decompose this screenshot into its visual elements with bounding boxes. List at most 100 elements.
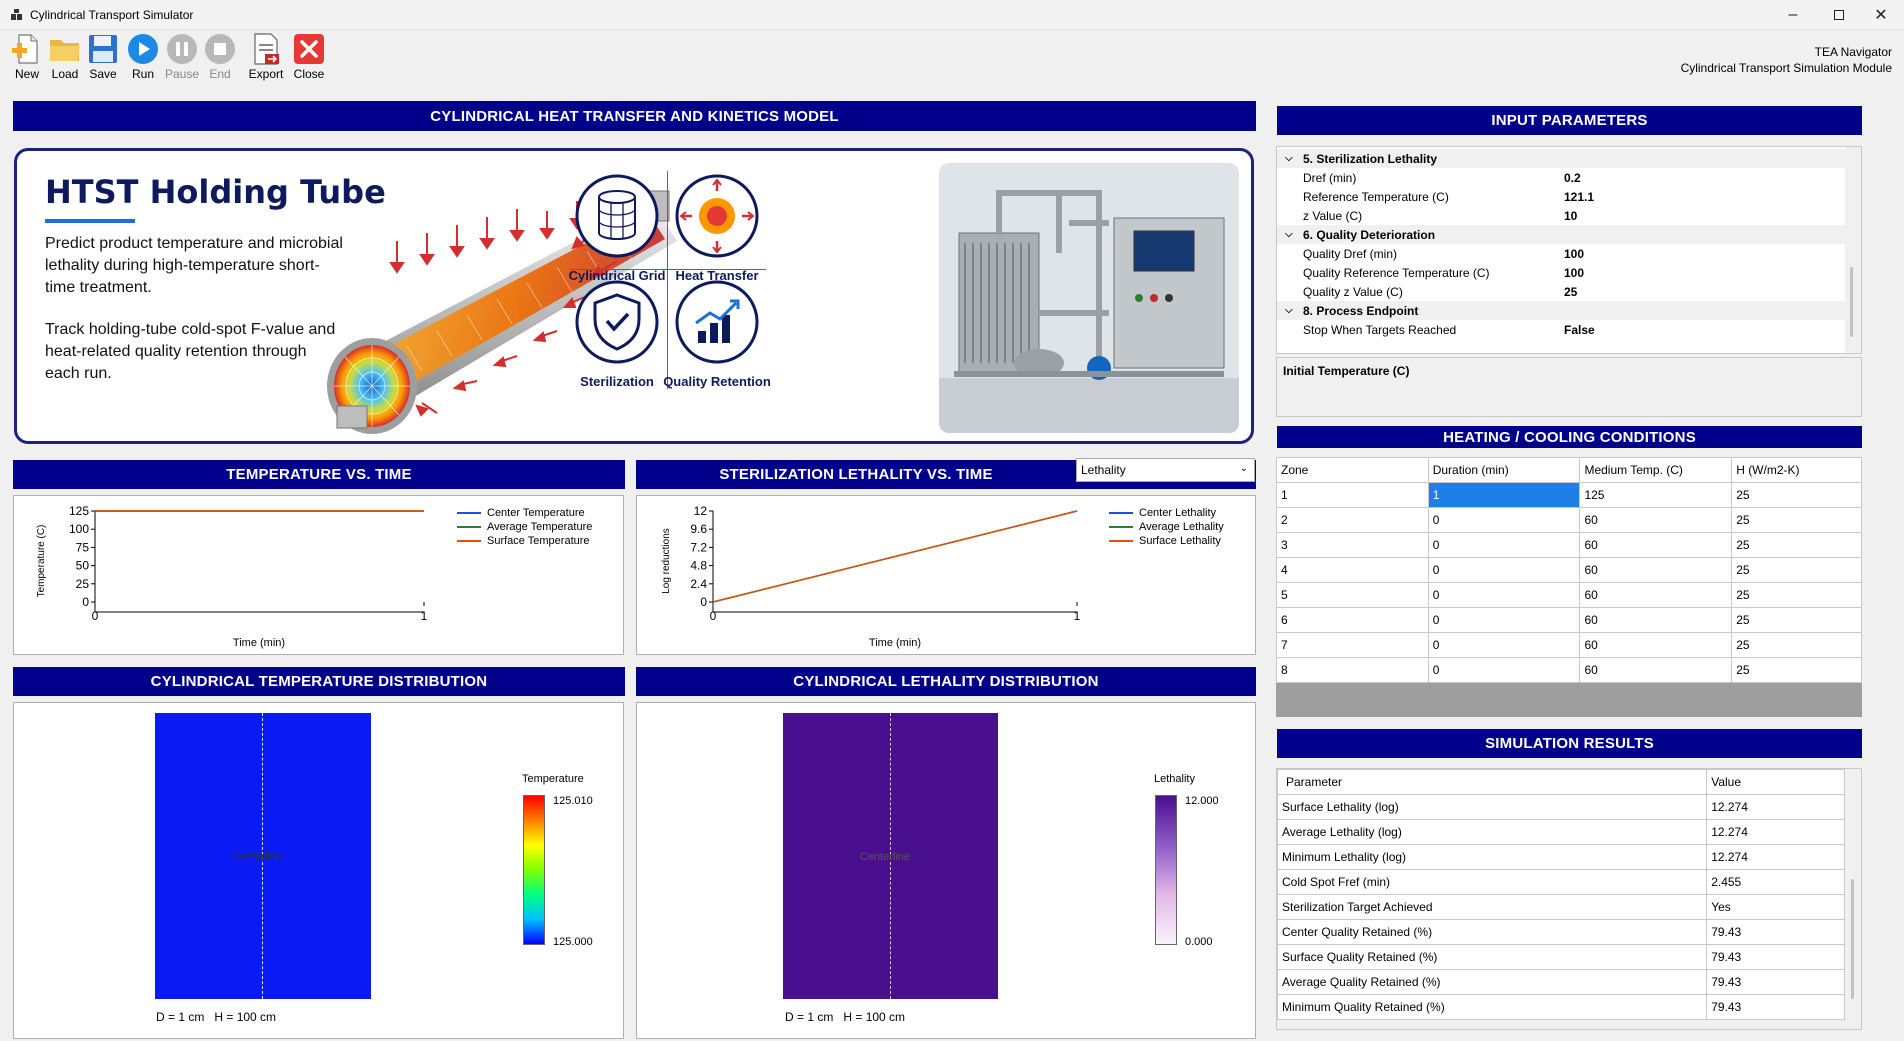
column-header[interactable]: Value [1706,769,1845,795]
feature-quality-retention: Quality Retention [657,279,777,389]
editable-cell[interactable]: 25 [1731,657,1862,683]
editable-cell[interactable]: 125 [1579,482,1733,508]
chevron-down-icon: ⌄ [1239,463,1248,474]
pause-button[interactable]: Pause [163,32,201,84]
editable-cell[interactable]: 60 [1579,532,1733,558]
column-header[interactable]: Zone [1276,457,1429,483]
property-name: Reference Temperature (C) [1303,189,1449,204]
column-header[interactable]: Duration (min) [1427,457,1581,483]
property-grid[interactable]: ⌵ 5. Sterilization Lethality Dref (min) 0.2… [1276,146,1862,354]
editable-cell[interactable]: 60 [1579,507,1733,533]
editable-cell[interactable]: 60 [1579,632,1733,658]
result-value: 12.274 [1706,844,1845,870]
property-value[interactable]: 0.2 [1564,171,1581,185]
editable-cell[interactable]: 0 [1427,507,1581,533]
load-button[interactable]: Load [46,32,84,84]
table-row[interactable]: 5 0 60 25 [1276,582,1862,608]
property-row[interactable]: Quality Dref (min) 100 [1277,244,1845,263]
leth-dist-header: CYLINDRICAL LETHALITY DISTRIBUTION [636,667,1256,696]
legend-item: Average Temperature [457,520,592,534]
save-button[interactable]: Save [84,32,122,84]
editable-cell[interactable]: 25 [1731,607,1862,633]
table-row[interactable]: 4 0 60 25 [1276,557,1862,583]
property-row[interactable]: z Value (C) 10 [1277,206,1845,225]
table-row[interactable]: 3 0 60 25 [1276,532,1862,558]
heating-table[interactable]: Zone Duration (min) Medium Temp. (C) H (W/m… [1276,457,1862,683]
column-header[interactable]: Medium Temp. (C) [1579,457,1733,483]
editable-cell[interactable]: 0 [1427,632,1581,658]
property-value[interactable]: 121.1 [1564,190,1594,204]
temp-chart-panel: 125 100 75 50 25 0 0 1 Temperature (C) Time (mi… [13,495,624,655]
column-header[interactable]: H (W/m2-K) [1731,457,1862,483]
run-label: Run [131,67,154,81]
scroll-thumb[interactable] [1850,267,1853,337]
window-close-button[interactable]: ✕ [1858,0,1904,30]
scroll-thumb[interactable] [1851,879,1854,999]
editable-cell[interactable]: 60 [1579,582,1733,608]
pause-icon [167,34,197,64]
end-button[interactable]: End [201,32,239,84]
table-row[interactable]: 8 0 60 25 [1276,657,1862,683]
close-button[interactable]: Close [290,32,328,84]
scale-min: 0.000 [1185,936,1213,948]
minimize-button[interactable]: – [1770,0,1816,30]
editable-cell[interactable]: 25 [1731,557,1862,583]
export-button[interactable]: Export [247,32,285,84]
property-category[interactable]: ⌵ 6. Quality Deterioration [1277,225,1845,244]
editable-cell[interactable]: 25 [1731,582,1862,608]
property-grid-scrollbar[interactable] [1845,147,1861,353]
property-value[interactable]: 100 [1564,266,1584,280]
editable-cell[interactable]: 0 [1427,532,1581,558]
y-tick-label: 0 [82,595,89,609]
chart-mode-select[interactable]: Lethality ⌄ [1076,458,1255,482]
legend-item: Average Lethality [1109,520,1224,534]
x-axis-label: Time (min) [233,637,285,649]
table-row[interactable]: 6 0 60 25 [1276,607,1862,633]
editable-cell[interactable]: 60 [1579,657,1733,683]
centerline-label: Centerline [860,851,911,863]
property-category[interactable]: ⌵ 8. Process Endpoint [1277,301,1845,320]
editable-cell[interactable]: 25 [1731,632,1862,658]
property-row[interactable]: Reference Temperature (C) 121.1 [1277,187,1845,206]
property-value[interactable]: 25 [1564,285,1577,299]
editable-cell[interactable]: 25 [1731,532,1862,558]
property-name: Quality Reference Temperature (C) [1303,265,1490,280]
save-label: Save [89,67,117,81]
results-scrollbar[interactable] [1845,769,1861,1029]
table-row[interactable]: 2 0 60 25 [1276,507,1862,533]
end-label: End [209,67,231,81]
editable-cell[interactable]: 0 [1427,557,1581,583]
table-row[interactable]: 7 0 60 25 [1276,632,1862,658]
editable-cell[interactable]: 0 [1427,657,1581,683]
maximize-button[interactable] [1816,0,1862,30]
property-row[interactable]: Dref (min) 0.2 [1277,168,1845,187]
editable-cell[interactable]: 0 [1427,607,1581,633]
editable-cell[interactable]: 60 [1579,557,1733,583]
cylinder-grid-icon [575,174,659,258]
property-row[interactable]: Quality z Value (C) 25 [1277,282,1845,301]
property-row[interactable]: Stop When Targets Reached False [1277,320,1845,339]
selected-cell[interactable]: 1 [1427,482,1581,508]
results-grid[interactable]: Parameter Value Surface Lethality (log) 12.… [1276,768,1862,1030]
property-value[interactable]: False [1564,323,1595,337]
window-title: Cylindrical Transport Simulator [30,8,194,22]
editable-cell[interactable]: 0 [1427,582,1581,608]
column-header[interactable]: Parameter [1277,769,1708,795]
property-value[interactable]: 100 [1564,247,1584,261]
heating-grid[interactable]: Zone Duration (min) Medium Temp. (C) H (W/m… [1276,457,1862,717]
result-value: 79.43 [1706,919,1845,945]
editable-cell[interactable]: 60 [1579,607,1733,633]
run-button[interactable]: Run [124,32,162,84]
collapse-chevron-icon[interactable]: ⌵ [1285,153,1293,164]
property-row[interactable]: Quality Reference Temperature (C) 100 [1277,263,1845,282]
property-category[interactable]: ⌵ 5. Sterilization Lethality [1277,149,1845,168]
editable-cell[interactable]: 25 [1731,507,1862,533]
new-button[interactable]: New [8,32,46,84]
editable-cell[interactable]: 25 [1731,482,1862,508]
collapse-chevron-icon[interactable]: ⌵ [1285,229,1293,240]
feature-heat-transfer: Heat Transfer [657,173,777,283]
table-row[interactable]: 1 1 125 25 [1276,482,1862,508]
result-value: 79.43 [1706,944,1845,970]
property-value[interactable]: 10 [1564,209,1577,223]
collapse-chevron-icon[interactable]: ⌵ [1285,305,1293,316]
